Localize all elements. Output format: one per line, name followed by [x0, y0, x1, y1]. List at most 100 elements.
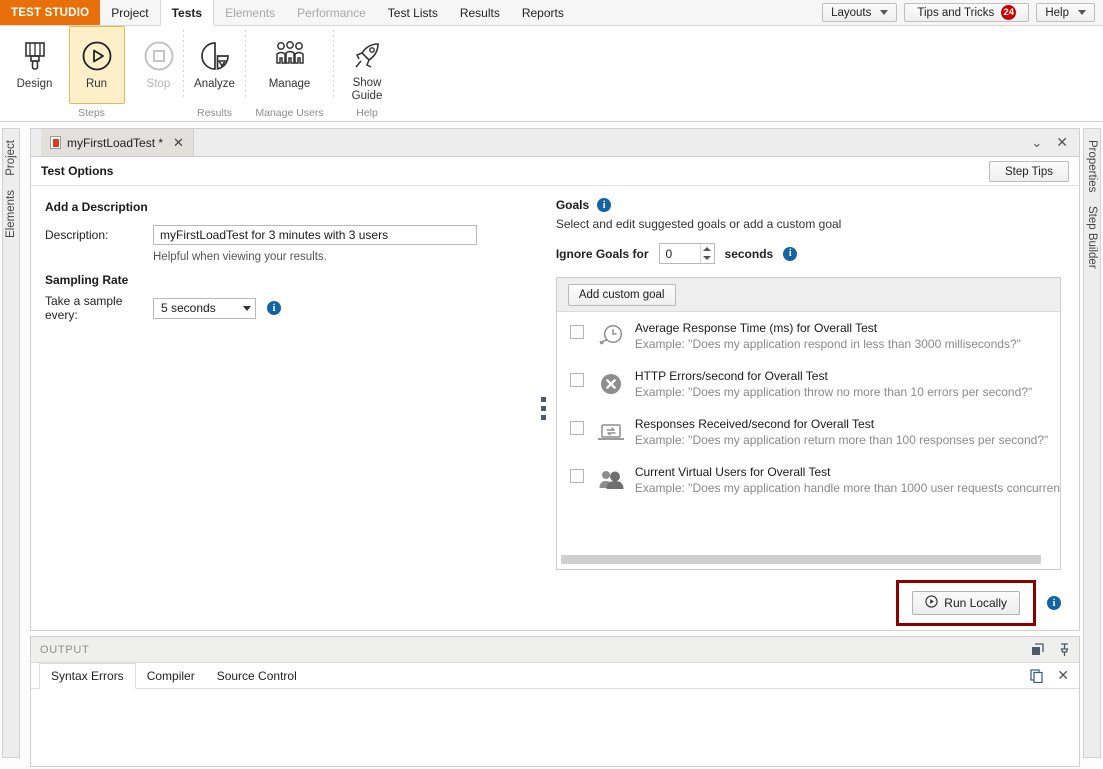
stop-button-label: Stop — [146, 78, 171, 90]
options-panes: Add a Description Description: myFirstLo… — [31, 186, 1079, 630]
main-menu-bar: TEST STUDIO Project Tests Elements Perfo… — [0, 0, 1103, 26]
menu-item-results[interactable]: Results — [449, 0, 511, 26]
close-icon[interactable]: ✕ — [1057, 667, 1069, 684]
output-tab-compiler[interactable]: Compiler — [136, 663, 206, 688]
close-icon[interactable]: ✕ — [173, 135, 184, 151]
sampling-rate-title: Sampling Rate — [45, 273, 129, 287]
stepper-up-icon[interactable] — [701, 244, 714, 254]
goal-list-item[interactable]: Responses Received/second for Overall Te… — [557, 408, 1060, 456]
sampling-rate-select[interactable]: 5 seconds — [153, 297, 256, 319]
goals-pane: Goals i Select and edit suggested goals … — [555, 186, 1079, 630]
pane-splitter[interactable] — [530, 186, 556, 630]
manage-button[interactable]: Manage — [255, 26, 325, 104]
analyze-button-label: Analyze — [194, 78, 235, 90]
design-button[interactable]: Design — [7, 26, 63, 104]
goal-text: Responses Received/second for Overall Te… — [635, 417, 1048, 447]
ignore-goals-stepper[interactable]: 0 — [658, 243, 715, 264]
run-locally-info-icon[interactable]: i — [1047, 596, 1061, 610]
pin-icon[interactable] — [1059, 642, 1070, 657]
sampling-rate-label: Take a sample every: — [45, 294, 123, 322]
document-area: myFirstLoadTest * ✕ ⌄ ✕ Test Options Ste… — [30, 128, 1080, 631]
goal-checkbox[interactable] — [569, 325, 584, 339]
goals-subtitle: Select and edit suggested goals or add a… — [555, 217, 842, 231]
layouts-button-label: Layouts — [831, 6, 872, 19]
description-input-value: myFirstLoadTest for 3 minutes with 3 use… — [160, 228, 389, 242]
output-panel: OUTPUT Syntax Errors Compiler Source Con… — [30, 636, 1080, 767]
ignore-goals-info-icon[interactable]: i — [783, 246, 798, 261]
output-tab-source-control[interactable]: Source Control — [206, 663, 308, 688]
maximize-icon[interactable] — [1031, 643, 1044, 656]
tab-list-dropdown-icon[interactable]: ⌄ — [1031, 135, 1042, 151]
output-panel-title: OUTPUT — [40, 643, 90, 656]
splitter-dots-icon — [540, 396, 546, 420]
stop-button[interactable]: Stop — [131, 26, 187, 104]
step-tips-button[interactable]: Step Tips — [989, 161, 1069, 182]
goals-list-container: Add custom goal Average Response Time (m… — [555, 277, 1061, 570]
menu-item-performance[interactable]: Performance — [286, 0, 377, 26]
tips-count-badge: 24 — [1001, 5, 1017, 20]
show-guide-button-label: Show Guide — [351, 77, 383, 102]
step-tips-label: Step Tips — [1005, 165, 1053, 178]
document-tab-myfirstloadtest[interactable]: myFirstLoadTest * ✕ — [41, 129, 194, 156]
show-guide-button[interactable]: Show Guide — [339, 26, 395, 104]
run-locally-highlight-annotation: Run Locally — [896, 580, 1036, 626]
goals-horizontal-scrollbar[interactable] — [560, 555, 1056, 564]
description-input[interactable]: myFirstLoadTest for 3 minutes with 3 use… — [153, 225, 477, 245]
right-dock-strip: Properties Step Builder — [1083, 128, 1101, 758]
ignore-goals-value: 0 — [665, 246, 673, 261]
goal-example: Example: "Does my application return mor… — [634, 433, 1049, 447]
laptop-exchange-icon — [596, 417, 626, 447]
help-button[interactable]: Help — [1036, 3, 1095, 22]
dock-tab-properties[interactable]: Properties — [1085, 133, 1099, 200]
layouts-button[interactable]: Layouts — [822, 3, 898, 22]
chevron-down-icon — [880, 10, 889, 15]
stepper-down-icon[interactable] — [701, 254, 714, 264]
menu-item-tests[interactable]: Tests — [159, 0, 215, 26]
goal-checkbox[interactable] — [569, 469, 584, 483]
description-hint: Helpful when viewing your results. — [153, 251, 327, 263]
goals-info-icon[interactable]: i — [597, 198, 612, 212]
menu-item-reports[interactable]: Reports — [511, 0, 575, 26]
goal-list-item[interactable]: Current Virtual Users for Overall Test E… — [557, 456, 1060, 504]
goal-checkbox[interactable] — [569, 421, 584, 435]
ignore-goals-units: seconds — [724, 246, 774, 261]
run-locally-button[interactable]: Run Locally — [912, 591, 1020, 615]
menu-item-project[interactable]: Project — [100, 0, 159, 26]
goal-title: Average Response Time (ms) for Overall T… — [634, 321, 878, 335]
dock-tab-elements[interactable]: Elements — [4, 182, 18, 245]
run-button[interactable]: Run — [68, 26, 125, 104]
tips-and-tricks-button[interactable]: Tips and Tricks 24 — [904, 3, 1030, 22]
stepper-buttons[interactable] — [699, 244, 714, 264]
menu-item-elements[interactable]: Elements — [214, 0, 286, 26]
ribbon-group-label-steps: Steps — [78, 107, 105, 119]
analyze-button[interactable]: Analyze — [187, 26, 243, 104]
run-locally-row: Run Locally i — [896, 580, 1061, 626]
output-content-area — [31, 689, 1079, 765]
ribbon-group-manage-users: Manage Manage Users — [246, 26, 333, 122]
menu-item-test-lists[interactable]: Test Lists — [377, 0, 449, 26]
goal-checkbox[interactable] — [569, 373, 584, 387]
add-custom-goal-button[interactable]: Add custom goal — [567, 283, 676, 306]
description-label: Description: — [45, 228, 109, 242]
dock-tab-step-builder[interactable]: Step Builder — [1085, 199, 1099, 277]
ribbon-toolbar: Design Run Stop Steps Analyze Results Ma… — [0, 26, 1103, 122]
help-button-label: Help — [1045, 6, 1069, 19]
document-tab-strip: myFirstLoadTest * ✕ ⌄ ✕ — [31, 129, 1079, 157]
goal-text: HTTP Errors/second for Overall Test Exam… — [635, 369, 1032, 399]
menu-bar-right-controls: Layouts Tips and Tricks 24 Help — [822, 0, 1103, 25]
document-tab-label: myFirstLoadTest * — [67, 135, 164, 150]
goal-title: HTTP Errors/second for Overall Test — [634, 369, 828, 383]
goals-title-row: Goals i — [556, 198, 1061, 212]
copy-icon[interactable] — [1030, 668, 1044, 683]
test-file-icon — [50, 136, 61, 149]
sampling-rate-info-icon[interactable]: i — [267, 301, 281, 315]
goal-list-item[interactable]: HTTP Errors/second for Overall Test Exam… — [557, 360, 1060, 408]
chevron-down-icon — [243, 305, 251, 311]
play-circle-icon — [925, 595, 938, 611]
run-button-label: Run — [85, 78, 108, 90]
goal-list-item[interactable]: Average Response Time (ms) for Overall T… — [557, 312, 1060, 360]
dock-tab-project[interactable]: Project — [4, 133, 18, 183]
ignore-goals-row: Ignore Goals for 0 seconds i — [556, 243, 1061, 264]
close-icon[interactable]: ✕ — [1056, 134, 1068, 151]
output-tab-syntax-errors[interactable]: Syntax Errors — [39, 663, 136, 689]
